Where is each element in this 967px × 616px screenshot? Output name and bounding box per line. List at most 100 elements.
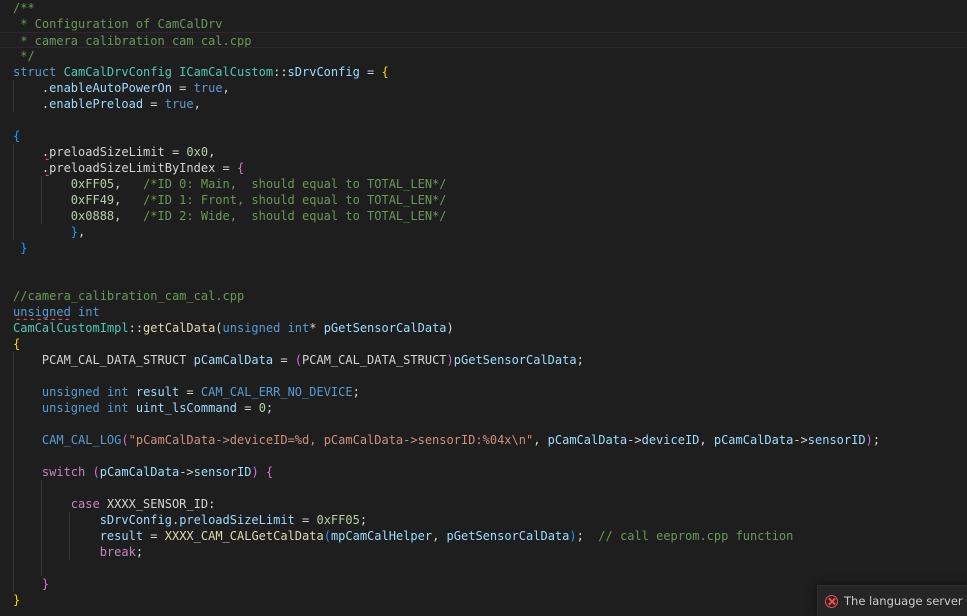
code-token: , <box>533 433 548 447</box>
code-token: = <box>171 81 194 95</box>
code-token: , <box>193 97 201 111</box>
code-token: } <box>70 225 79 239</box>
code-token: uint_lsCommand <box>135 401 237 415</box>
code-line[interactable]: unsigned int <box>0 304 967 320</box>
code-token: ) <box>446 353 454 367</box>
code-line[interactable]: sDrvConfig.preloadSizeLimit = 0xFF05; <box>0 512 967 528</box>
code-token: 0x0888 <box>70 209 115 223</box>
code-token: { <box>236 161 245 175</box>
code-token: , <box>114 193 144 207</box>
code-line[interactable] <box>0 368 967 384</box>
code-token: unsigned <box>41 385 107 399</box>
code-token: */ <box>13 49 35 63</box>
code-token: XXXX_CAM_CALGetCalData <box>164 529 324 543</box>
code-token: { <box>13 129 21 143</box>
code-line[interactable] <box>0 480 967 496</box>
code-token: = <box>294 513 317 527</box>
code-token: sensorID <box>807 433 866 447</box>
code-line[interactable]: 0x0888, /*ID 2: Wide, should equal to TO… <box>0 208 967 224</box>
code-token: , <box>114 209 144 223</box>
code-line[interactable] <box>0 448 967 464</box>
code-token: /*ID 2: Wide, should equal to TOTAL_LEN*… <box>143 209 447 223</box>
code-token: ( <box>215 321 223 335</box>
code-token: , <box>432 529 447 543</box>
code-token: 0xFF49 <box>70 193 115 207</box>
code-line[interactable]: 0xFF49, /*ID 1: Front, should equal to T… <box>0 192 967 208</box>
code-line[interactable] <box>0 560 967 576</box>
code-token: /*ID 1: Front, should equal to TOTAL_LEN… <box>143 193 447 207</box>
code-line[interactable]: /** <box>0 0 967 16</box>
code-line[interactable] <box>0 416 967 432</box>
code-token: , <box>114 177 144 191</box>
code-line[interactable]: { <box>0 128 967 144</box>
code-line[interactable]: break; <box>0 544 967 560</box>
code-token: { <box>13 337 21 351</box>
code-token: pCamCalData <box>547 433 628 447</box>
code-token: } <box>13 241 28 255</box>
code-token: //camera_calibration_cam_cal.cpp <box>13 289 245 303</box>
code-line[interactable] <box>0 256 967 272</box>
code-line[interactable]: 0xFF05, /*ID 0: Main, should equal to TO… <box>0 176 967 192</box>
code-token: = <box>143 529 165 543</box>
code-token: ) <box>865 433 873 447</box>
code-line[interactable]: PCAM_CAL_DATA_STRUCT pCamCalData = (PCAM… <box>0 352 967 368</box>
code-editor[interactable]: /** * Configuration of CamCalDrv * camer… <box>0 0 967 613</box>
code-token: // call eeprom.cpp function <box>598 529 794 543</box>
code-token: int <box>106 385 136 399</box>
notification-message: The language server crashed <box>844 594 967 608</box>
code-line[interactable]: unsigned int result = CAM_CAL_ERR_NO_DEV… <box>0 384 967 400</box>
code-token: ) <box>251 465 266 479</box>
code-token: 0x0 <box>186 145 209 159</box>
code-token: :: <box>273 65 288 79</box>
code-token: } <box>13 593 21 607</box>
code-token: { <box>381 65 389 79</box>
code-line[interactable]: CamCalCustomImpl::getCalData(unsigned in… <box>0 320 967 336</box>
code-token: result <box>99 529 144 543</box>
code-line[interactable] <box>0 272 967 288</box>
code-line[interactable]: }, <box>0 224 967 240</box>
code-token: /*ID 0: Main, should equal to TOTAL_LEN*… <box>143 177 447 191</box>
code-line[interactable]: struct CamCalDrvConfig ICamCalCustom::sD… <box>0 64 967 80</box>
code-line[interactable]: } <box>0 240 967 256</box>
code-token: unsigned <box>41 401 107 415</box>
code-token: PCAM_CAL_DATA_STRUCT <box>302 353 447 367</box>
code-line[interactable]: .preloadSizeLimit = 0x0, <box>0 144 967 160</box>
code-token: ( <box>294 353 303 367</box>
code-line[interactable]: { <box>0 336 967 352</box>
code-token: unsigned <box>222 321 288 335</box>
code-line[interactable]: CAM_CAL_LOG("pCamCalData->deviceID=%d, p… <box>0 432 967 448</box>
code-token: pGetSensorCalData <box>446 529 570 543</box>
code-token: = <box>359 65 382 79</box>
code-line[interactable]: .enablePreload = true, <box>0 96 967 112</box>
code-line[interactable] <box>0 112 967 128</box>
code-token: enablePreload <box>49 97 144 111</box>
code-line[interactable]: * Configuration of CamCalDrv <box>0 16 967 32</box>
code-token: "pCamCalData->deviceID=%d, pCamCalData->… <box>128 433 534 447</box>
code-token: = <box>179 385 201 399</box>
code-line[interactable]: */ <box>0 48 967 64</box>
code-line[interactable]: case XXXX_SENSOR_ID: <box>0 496 967 512</box>
code-line[interactable]: //camera_calibration_cam_cal.cpp <box>0 288 967 304</box>
code-token: CAM_CAL_LOG <box>41 433 122 447</box>
code-line[interactable]: unsigned int uint_lsCommand = 0; <box>0 400 967 416</box>
code-token: ( <box>121 433 129 447</box>
code-token: ; <box>576 529 599 543</box>
code-token: pGetSensorCalData <box>453 353 577 367</box>
code-token: ; <box>576 353 584 367</box>
code-line[interactable]: .preloadSizeLimitByIndex = { <box>0 160 967 176</box>
code-line[interactable]: .enableAutoPowerOn = true, <box>0 80 967 96</box>
code-token: pCamCalData <box>713 433 794 447</box>
code-token: true <box>164 97 194 111</box>
code-line[interactable]: * camera_calibration_cam_cal.cpp <box>0 32 967 48</box>
code-token: ; <box>135 545 144 559</box>
language-server-notification[interactable]: The language server crashed <box>817 585 967 616</box>
code-line[interactable]: result = XXXX_CAM_CALGetCalData(mpCamCal… <box>0 528 967 544</box>
code-line[interactable]: switch (pCamCalData->sensorID) { <box>0 464 967 480</box>
